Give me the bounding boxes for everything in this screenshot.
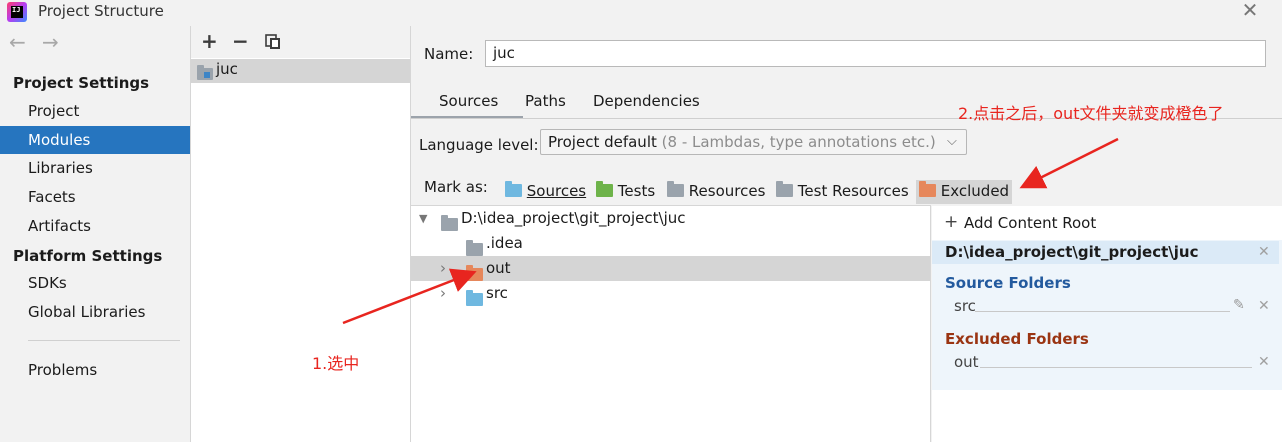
content-root-path: D:\idea_project\git_project\juc [945,243,1199,261]
intellij-logo-icon: IJ [7,2,27,22]
excluded-folder-icon [466,265,483,281]
sources-folder-icon [505,181,522,197]
copy-module-icon[interactable] [265,34,281,50]
add-icon[interactable]: + [944,212,958,232]
mark-resources-label: Resources [688,182,766,200]
mark-tests-label: Tests [617,182,656,200]
annotation-step2: 2.点击之后，out文件夹就变成橙色了 [958,104,1224,123]
tests-folder-icon [596,181,613,197]
tree-row-src[interactable]: › src [411,281,930,306]
remove-excluded-folder-icon[interactable]: ✕ [1258,354,1270,370]
chevron-down-icon: ⌵ [947,134,957,149]
chevron-right-icon[interactable]: › [440,256,446,281]
modules-panel: + − juc [191,26,411,442]
sidebar-item-problems[interactable]: Problems [0,356,190,384]
mark-as-resources-button[interactable]: Resources [664,180,765,204]
source-folder-entry: src [954,297,976,315]
tree-item-label: src [486,284,508,302]
modules-toolbar [191,26,410,58]
excluded-folders-title: Excluded Folders [945,330,1089,348]
remove-content-root-icon[interactable]: ✕ [1258,244,1270,260]
language-level-select[interactable]: Project default (8 - Lambdas, type annot… [540,129,967,155]
language-level-hint: (8 - Lambdas, type annotations etc.) [661,133,936,151]
mark-as-label: Mark as: [424,178,488,196]
sidebar-divider [28,340,180,341]
sources-folder-icon [466,290,483,306]
platform-settings-heading: Platform Settings [13,247,163,265]
entry-underline [975,311,1230,312]
tree-row-out[interactable]: › out [411,256,930,281]
module-list-item[interactable]: juc [191,59,410,83]
module-name-input[interactable]: juc [485,40,1266,67]
content-tree: ▼ D:\idea_project\git_project\juc .idea … [411,205,931,442]
excluded-folder-entry: out [954,353,979,371]
module-name: juc [216,60,238,78]
sidebar-item-artifacts[interactable]: Artifacts [0,212,190,240]
sidebar-item-facets[interactable]: Facets [0,183,190,211]
entry-underline [980,367,1252,368]
folder-icon [466,240,483,256]
module-badge-icon [204,72,210,78]
edit-pencil-icon[interactable]: ✎ [1233,297,1245,313]
tab-dependencies[interactable]: Dependencies [593,92,700,110]
tab-paths[interactable]: Paths [525,92,566,110]
forward-arrow-icon[interactable]: → [42,32,59,52]
tree-row-root[interactable]: ▼ D:\idea_project\git_project\juc [411,206,930,231]
resources-folder-icon [667,181,684,197]
source-folders-title: Source Folders [945,274,1071,292]
sidebar-item-project[interactable]: Project [0,97,190,125]
mark-test-resources-label: Test Resources [797,182,909,200]
mark-as-excluded-button[interactable]: Excluded [916,180,1012,204]
excluded-folder-icon [919,181,936,197]
test-resources-folder-icon [776,181,793,197]
tab-sources[interactable]: Sources [439,92,498,110]
tree-item-label: .idea [486,234,523,252]
tree-item-label: out [486,259,511,277]
remove-module-icon[interactable]: − [232,31,249,51]
mark-as-test-resources-button[interactable]: Test Resources [773,180,909,204]
annotation-step1: 1.选中 [312,354,360,373]
folder-icon [441,215,458,231]
chevron-right-icon[interactable]: › [440,281,446,306]
add-module-icon[interactable]: + [201,31,218,51]
back-arrow-icon[interactable]: ← [9,32,26,52]
sidebar-item-libraries[interactable]: Libraries [0,154,190,182]
tree-row-idea[interactable]: .idea [411,231,930,256]
mark-as-sources-button[interactable]: Sources [502,180,586,204]
project-settings-heading: Project Settings [13,74,150,92]
sidebar-item-global-libraries[interactable]: Global Libraries [0,298,190,326]
add-content-root-link[interactable]: Add Content Root [964,214,1096,232]
chevron-down-icon: ▼ [419,212,428,225]
language-level-value: Project default [548,133,657,151]
title-bar [0,0,1282,26]
mark-as-tests-button[interactable]: Tests [593,180,655,204]
name-label: Name: [424,45,474,63]
close-icon[interactable]: ✕ [1238,0,1262,22]
tree-root-path: D:\idea_project\git_project\juc [461,209,686,227]
remove-source-folder-icon[interactable]: ✕ [1258,298,1270,314]
mark-excluded-label: Excluded [940,182,1010,200]
sidebar-item-sdks[interactable]: SDKs [0,269,190,297]
language-level-label: Language level: [419,136,539,154]
window-title: Project Structure [38,2,164,20]
mark-sources-label: Sources [526,182,587,200]
sidebar-item-modules[interactable]: Modules [0,126,190,154]
